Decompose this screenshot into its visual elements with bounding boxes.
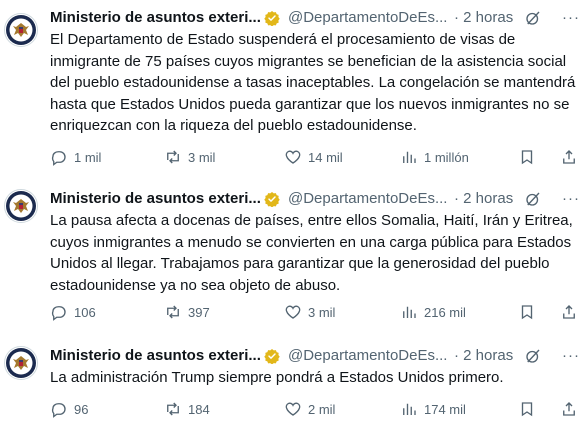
like-count: 3 mil bbox=[308, 304, 336, 320]
retweet-icon bbox=[167, 305, 179, 319]
reply-button[interactable]: 1 mil bbox=[50, 147, 101, 167]
retweet-count: 397 bbox=[188, 304, 210, 320]
verified-badge-icon bbox=[264, 11, 280, 26]
avatar[interactable] bbox=[4, 189, 38, 223]
views-chart-icon bbox=[403, 403, 416, 415]
retweet-count: 3 mil bbox=[188, 149, 216, 165]
reply-count: 106 bbox=[74, 304, 96, 320]
reply-icon bbox=[51, 306, 66, 321]
share-icon bbox=[563, 150, 575, 164]
handle[interactable]: @DepartamentoDeEs... bbox=[288, 346, 447, 366]
views-chart-icon bbox=[403, 306, 416, 318]
tweet-text: La pausa afecta a docenas de países, ent… bbox=[50, 212, 573, 294]
handle[interactable]: @DepartamentoDeEs... bbox=[288, 8, 447, 28]
bookmark-button[interactable] bbox=[518, 302, 536, 322]
like-count: 14 mil bbox=[308, 149, 343, 165]
views-button[interactable]: 216 mil bbox=[400, 302, 466, 322]
views-button[interactable]: 1 millón bbox=[400, 147, 469, 167]
us-state-department-seal-icon bbox=[6, 191, 36, 221]
timestamp[interactable]: · 2 horas bbox=[454, 189, 513, 209]
us-state-department-seal-icon bbox=[6, 348, 36, 378]
like-button[interactable]: 14 mil bbox=[284, 147, 343, 167]
retweet-button[interactable]: 184 bbox=[164, 399, 210, 419]
timestamp[interactable]: · 2 horas bbox=[454, 346, 513, 366]
retweet-button[interactable]: 3 mil bbox=[164, 147, 215, 167]
tweet[interactable]: Ministerio de asuntos exteri... @Departa… bbox=[0, 346, 586, 426]
avatar[interactable] bbox=[4, 346, 38, 380]
reply-count: 1 mil bbox=[74, 149, 102, 165]
bookmark-icon bbox=[521, 402, 533, 417]
verified-badge-icon bbox=[264, 349, 280, 364]
reply-button[interactable]: 106 bbox=[50, 302, 96, 322]
reply-icon bbox=[51, 151, 66, 166]
share-button[interactable] bbox=[560, 302, 578, 322]
tweet-text: La administración Trump siempre pondrá a… bbox=[50, 369, 504, 386]
share-button[interactable] bbox=[560, 399, 578, 419]
views-button[interactable]: 174 mil bbox=[400, 399, 466, 419]
views-count: 1 millón bbox=[424, 149, 469, 165]
grok-icon[interactable] bbox=[524, 190, 542, 208]
bookmark-icon bbox=[521, 150, 533, 165]
display-name[interactable]: Ministerio de asuntos exteri... bbox=[50, 346, 261, 366]
like-button[interactable]: 2 mil bbox=[284, 399, 335, 419]
us-state-department-seal-icon bbox=[6, 15, 36, 45]
views-count: 216 mil bbox=[424, 304, 466, 320]
heart-icon bbox=[285, 305, 301, 319]
more-options-button[interactable]: ··· bbox=[562, 189, 580, 209]
bookmark-button[interactable] bbox=[518, 399, 536, 419]
views-chart-icon bbox=[403, 151, 416, 163]
retweet-button[interactable]: 397 bbox=[164, 302, 210, 322]
timestamp[interactable]: · 2 horas bbox=[454, 8, 513, 28]
retweet-count: 184 bbox=[188, 401, 210, 417]
share-icon bbox=[563, 402, 575, 416]
heart-icon bbox=[285, 150, 301, 164]
reply-button[interactable]: 96 bbox=[50, 399, 88, 419]
more-options-button[interactable]: ··· bbox=[562, 346, 580, 366]
grok-icon[interactable] bbox=[524, 9, 542, 27]
tweet[interactable]: Ministerio de asuntos exteri... @Departa… bbox=[0, 8, 586, 168]
share-icon bbox=[563, 305, 575, 319]
bookmark-icon bbox=[521, 305, 533, 320]
views-count: 174 mil bbox=[424, 401, 466, 417]
display-name[interactable]: Ministerio de asuntos exteri... bbox=[50, 189, 261, 209]
grok-icon[interactable] bbox=[524, 347, 542, 365]
handle[interactable]: @DepartamentoDeEs... bbox=[288, 189, 447, 209]
reply-icon bbox=[51, 403, 66, 418]
like-button[interactable]: 3 mil bbox=[284, 302, 335, 322]
reply-count: 96 bbox=[74, 401, 89, 417]
tweet[interactable]: Ministerio de asuntos exteri... @Departa… bbox=[0, 189, 586, 329]
avatar[interactable] bbox=[4, 13, 38, 47]
more-options-button[interactable]: ··· bbox=[562, 8, 580, 28]
heart-icon bbox=[285, 402, 301, 416]
verified-badge-icon bbox=[264, 192, 280, 207]
share-button[interactable] bbox=[560, 147, 578, 167]
retweet-icon bbox=[167, 150, 179, 164]
like-count: 2 mil bbox=[308, 401, 336, 417]
tweet-text: El Departamento de Estado suspenderá el … bbox=[50, 31, 576, 134]
bookmark-button[interactable] bbox=[518, 147, 536, 167]
display-name[interactable]: Ministerio de asuntos exteri... bbox=[50, 8, 261, 28]
retweet-icon bbox=[167, 402, 179, 416]
